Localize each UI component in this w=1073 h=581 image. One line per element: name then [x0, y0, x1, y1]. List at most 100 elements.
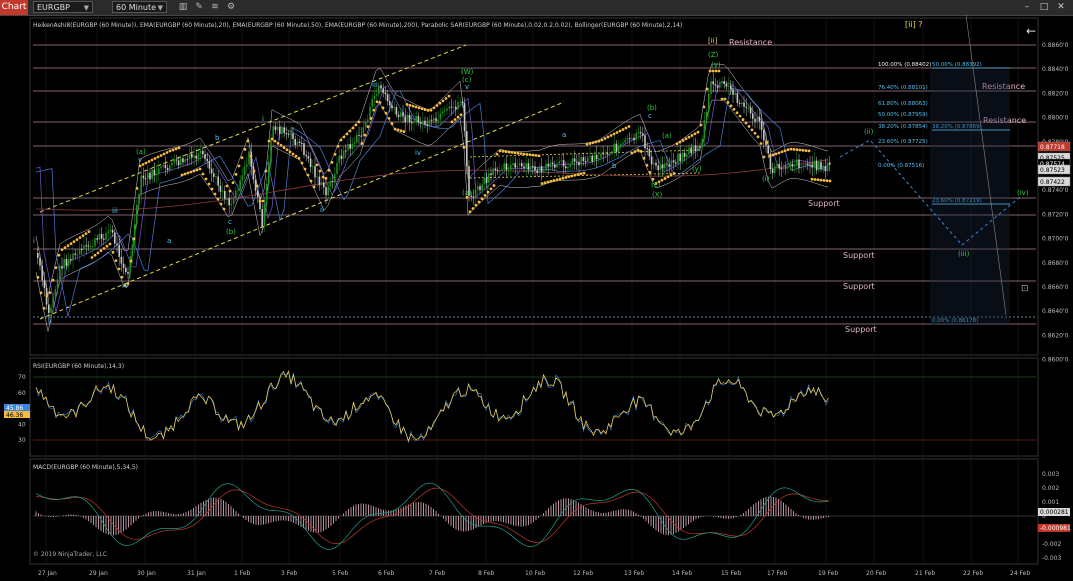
sar-dot: [102, 247, 106, 250]
sar-dot: [132, 237, 136, 241]
candle-body: [455, 106, 457, 110]
properties-icon[interactable]: ⚙: [224, 1, 238, 13]
indicators-icon[interactable]: ≋: [208, 1, 222, 13]
sar-dot: [735, 111, 739, 115]
sar-dot: [315, 163, 319, 167]
candle-body: [213, 173, 215, 177]
chart-tab[interactable]: Chart: [0, 0, 28, 15]
sar-dot: [816, 178, 820, 182]
price-tick-label: 0.8820'0: [1042, 90, 1069, 97]
candle-body: [166, 168, 169, 171]
sar-dot: [120, 275, 124, 279]
candle-body: [747, 107, 750, 109]
maximize-icon[interactable]: □: [1038, 1, 1050, 13]
sar-dot: [528, 153, 532, 157]
candle-body: [54, 289, 57, 297]
zoom-icon[interactable]: ⊡: [1021, 284, 1029, 294]
candle-body: [567, 167, 569, 169]
candle-body: [144, 178, 147, 180]
wave-label: c: [228, 218, 232, 226]
candle-body: [534, 166, 536, 171]
candle-body: [514, 163, 516, 168]
chart-canvas[interactable]: ResistanceResistanceResistanceSupportSup…: [0, 15, 1073, 581]
candle-body: [406, 114, 409, 123]
candle-body: [292, 133, 294, 139]
sar-dot: [51, 278, 55, 282]
candle-body: [677, 153, 679, 164]
sar-dot: [549, 179, 553, 183]
sar-dot: [426, 109, 430, 112]
candle-body: [664, 163, 666, 169]
candle-body: [320, 182, 323, 186]
sar-dot: [522, 152, 526, 156]
back-arrow-icon[interactable]: ←: [1026, 24, 1036, 38]
sar-dot: [669, 173, 673, 177]
candle-body: [111, 229, 114, 233]
macd-panel[interactable]: [29, 458, 1039, 565]
candle-body: [171, 162, 173, 166]
sar-dot: [93, 253, 97, 257]
timeframe-selector[interactable]: 60 Minute ▼: [112, 1, 167, 13]
close-icon[interactable]: ✕: [1055, 1, 1067, 13]
candle-body: [345, 150, 347, 152]
sar-dot: [756, 135, 760, 139]
candle-body: [133, 223, 136, 245]
sar-dot: [456, 115, 460, 119]
candle-body: [316, 176, 318, 178]
candle-body: [59, 265, 61, 279]
wave-label: [ii]: [708, 37, 718, 45]
channel-lower-line: [39, 101, 565, 320]
sar-dot: [222, 207, 226, 211]
minimize-icon[interactable]: –: [1021, 1, 1033, 13]
candle-body: [100, 234, 103, 239]
candle-body: [384, 92, 387, 95]
drawing-tools-icon[interactable]: ✎: [192, 1, 206, 13]
candle-body: [824, 165, 827, 171]
sar-dot: [210, 187, 214, 191]
candle-body: [485, 177, 488, 183]
sar-dot: [798, 148, 802, 152]
candle-body: [378, 85, 380, 95]
candle-body: [540, 166, 543, 173]
rsi-panel[interactable]: [29, 357, 1039, 457]
candle-body: [138, 194, 140, 205]
rsi-avg-line: [35, 370, 829, 443]
candle-body: [314, 166, 316, 178]
candle-body: [426, 124, 428, 126]
date-tick-label: 27 Jan: [38, 570, 57, 577]
candle-body: [279, 126, 281, 134]
candle-body: [285, 132, 288, 134]
candle-body: [719, 82, 721, 88]
candle-body: [516, 165, 519, 168]
candle-body: [565, 166, 567, 169]
sar-dot: [615, 131, 619, 134]
date-tick-label: 1 Feb: [234, 570, 251, 577]
sar-dot: [351, 126, 355, 130]
fib-level-label: 61.80% (0.88063): [878, 101, 928, 107]
candle-body: [789, 163, 791, 167]
sar-dot: [81, 234, 85, 238]
date-tick-label: 31 Jan: [187, 570, 206, 577]
sar-dot: [54, 266, 58, 270]
candle-body: [246, 164, 248, 167]
instrument-selector[interactable]: EURGBP ▼: [33, 1, 93, 13]
candle-body: [624, 140, 626, 143]
bar-style-icon[interactable]: ▥: [176, 1, 190, 13]
wave-label: (y): [711, 61, 721, 69]
sar-dot: [423, 108, 427, 111]
sar-dot: [279, 144, 283, 147]
candle-body: [428, 119, 431, 126]
sar-dot: [690, 134, 694, 137]
sar-dot: [579, 172, 583, 176]
candle-body: [804, 163, 807, 166]
sar-dot: [42, 306, 46, 310]
candle-body: [228, 198, 230, 206]
candle-body: [107, 231, 109, 233]
candle-body: [710, 81, 712, 95]
candle-body: [802, 165, 805, 168]
candle-body: [699, 146, 701, 148]
sar-dot: [144, 161, 148, 165]
sar-dot: [558, 177, 562, 181]
sar-dot: [681, 139, 685, 142]
sar-dot: [174, 147, 178, 151]
